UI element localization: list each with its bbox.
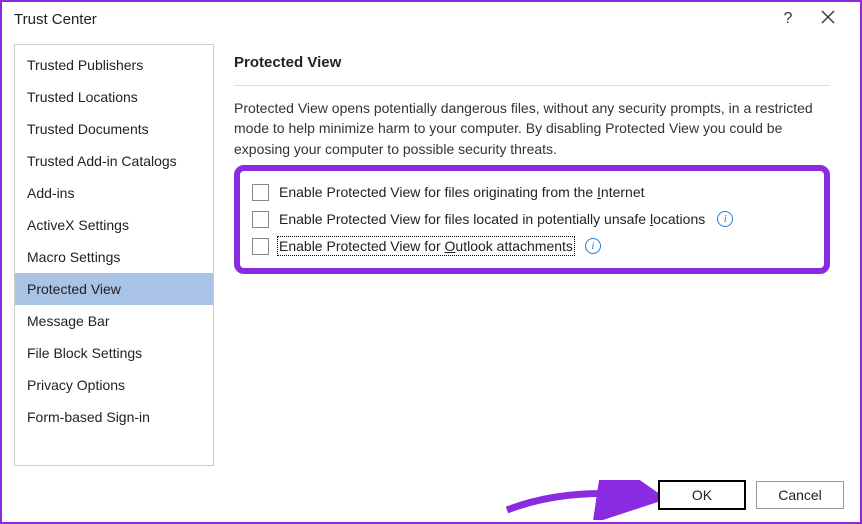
dialog-body: Trusted Publishers Trusted Locations Tru… bbox=[2, 36, 860, 466]
window-title: Trust Center bbox=[14, 11, 768, 28]
titlebar: Trust Center ? bbox=[2, 2, 860, 36]
close-button[interactable] bbox=[808, 10, 848, 29]
option-label: Enable Protected View for files originat… bbox=[279, 184, 645, 200]
checkbox-icon[interactable] bbox=[252, 184, 269, 201]
sidebar-item-macro-settings[interactable]: Macro Settings bbox=[15, 241, 213, 273]
sidebar-item-activex-settings[interactable]: ActiveX Settings bbox=[15, 209, 213, 241]
close-icon bbox=[821, 10, 835, 24]
option-internet[interactable]: Enable Protected View for files originat… bbox=[248, 179, 816, 206]
checkbox-icon[interactable] bbox=[252, 211, 269, 228]
dialog-footer: OK Cancel bbox=[658, 480, 844, 510]
ok-button[interactable]: OK bbox=[658, 480, 746, 510]
sidebar-item-protected-view[interactable]: Protected View bbox=[15, 273, 213, 305]
sidebar-item-file-block-settings[interactable]: File Block Settings bbox=[15, 337, 213, 369]
info-icon[interactable]: i bbox=[585, 238, 601, 254]
help-button[interactable]: ? bbox=[768, 10, 808, 28]
sidebar-item-trusted-documents[interactable]: Trusted Documents bbox=[15, 113, 213, 145]
annotation-highlight-box: Enable Protected View for files originat… bbox=[234, 165, 830, 274]
checkbox-icon[interactable] bbox=[252, 238, 269, 255]
sidebar: Trusted Publishers Trusted Locations Tru… bbox=[14, 44, 214, 466]
sidebar-item-trusted-addin-catalogs[interactable]: Trusted Add-in Catalogs bbox=[15, 145, 213, 177]
option-label: Enable Protected View for Outlook attach… bbox=[279, 238, 573, 254]
sidebar-item-trusted-publishers[interactable]: Trusted Publishers bbox=[15, 49, 213, 81]
annotation-arrow bbox=[502, 480, 672, 520]
section-description: Protected View opens potentially dangero… bbox=[234, 98, 830, 159]
info-icon[interactable]: i bbox=[717, 211, 733, 227]
option-unsafe-locations[interactable]: Enable Protected View for files located … bbox=[248, 206, 816, 233]
sidebar-item-trusted-locations[interactable]: Trusted Locations bbox=[15, 81, 213, 113]
content-pane: Protected View Protected View opens pote… bbox=[214, 44, 848, 466]
option-outlook-attachments[interactable]: Enable Protected View for Outlook attach… bbox=[248, 233, 816, 260]
sidebar-item-message-bar[interactable]: Message Bar bbox=[15, 305, 213, 337]
option-label: Enable Protected View for files located … bbox=[279, 211, 705, 227]
sidebar-item-addins[interactable]: Add-ins bbox=[15, 177, 213, 209]
sidebar-item-form-signin[interactable]: Form-based Sign-in bbox=[15, 401, 213, 433]
section-title: Protected View bbox=[234, 54, 830, 86]
sidebar-item-privacy-options[interactable]: Privacy Options bbox=[15, 369, 213, 401]
cancel-button[interactable]: Cancel bbox=[756, 481, 844, 509]
